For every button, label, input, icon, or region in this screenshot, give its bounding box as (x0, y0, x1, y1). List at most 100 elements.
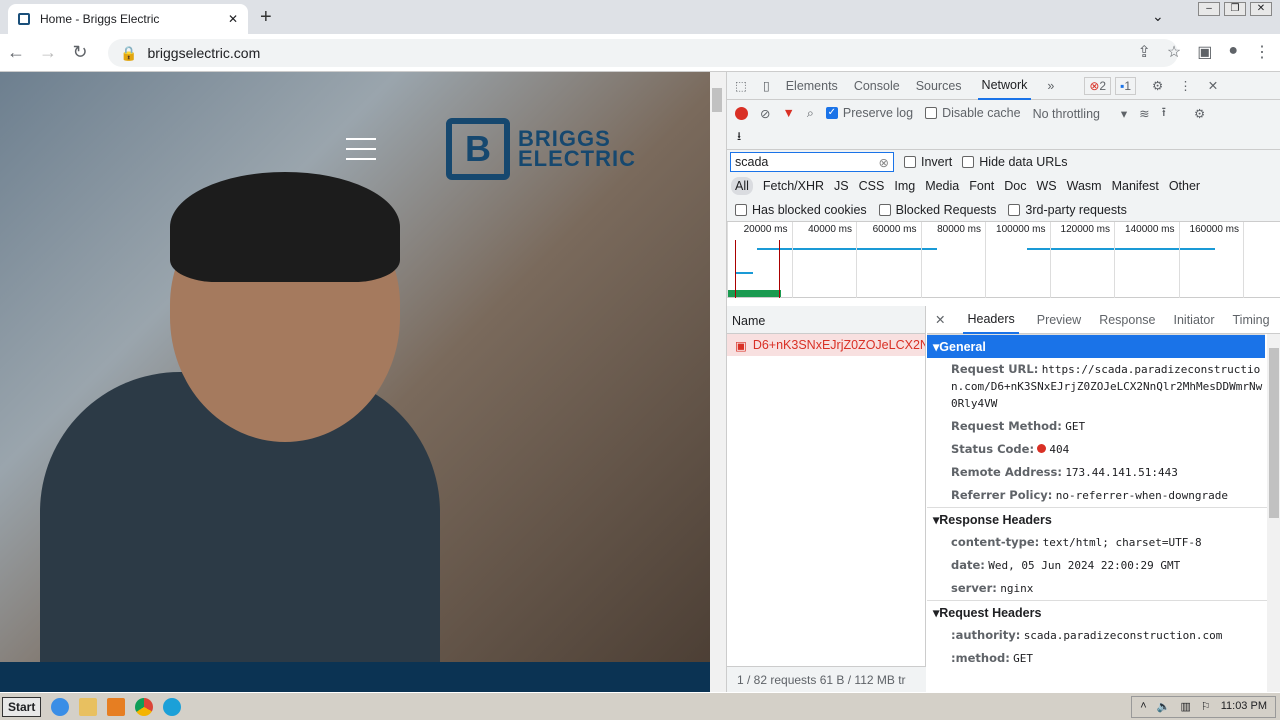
clock[interactable]: 11:03 PM (1221, 700, 1267, 714)
hero-photo-hair (170, 172, 400, 282)
edge-icon[interactable] (163, 698, 181, 716)
close-tab-icon[interactable]: ✕ (228, 12, 238, 26)
header-value: Wed, 05 Jun 2024 22:00:29 GMT (988, 559, 1180, 572)
tab-headers[interactable]: Headers (963, 306, 1018, 334)
settings-icon[interactable]: ⚙ (1152, 78, 1163, 93)
hamburger-menu-icon[interactable] (346, 138, 376, 168)
browser-tab[interactable]: Home - Briggs Electric ✕ (8, 4, 248, 34)
messages-badge[interactable]: ▪1 (1115, 77, 1136, 95)
third-party-label: 3rd-party requests (1025, 203, 1126, 217)
clear-icon[interactable]: ⊘ (760, 106, 770, 121)
tab-response[interactable]: Response (1099, 313, 1155, 327)
type-filter-doc[interactable]: Doc (1004, 179, 1026, 193)
status-error-icon (1037, 444, 1046, 453)
header-value: nginx (1000, 582, 1033, 595)
type-filter-manifest[interactable]: Manifest (1112, 179, 1159, 193)
bookmark-star-icon[interactable]: ☆ (1167, 42, 1181, 62)
request-row[interactable]: ▣D6+nK3SNxEJrjZ0ZOJeLCX2N... (727, 334, 925, 356)
tab-timing[interactable]: Timing (1233, 313, 1270, 327)
new-tab-button[interactable]: + (260, 6, 272, 29)
filter-input[interactable]: scada ⊗ (730, 152, 894, 172)
tray-arrow-icon[interactable]: ˄ (1140, 700, 1146, 714)
tab-sources[interactable]: Sources (916, 79, 962, 93)
search-icon[interactable]: ⌕ (807, 106, 814, 121)
type-filter-wasm[interactable]: Wasm (1067, 179, 1102, 193)
inspect-icon[interactable]: ⬚ (735, 78, 747, 93)
network-conditions-icon[interactable]: ≋ (1139, 106, 1149, 121)
address-bar[interactable]: 🔒 briggselectric.com (108, 39, 1178, 67)
tab-console[interactable]: Console (854, 79, 900, 93)
menu-icon[interactable]: ⋮ (1254, 42, 1270, 62)
network-settings-icon[interactable]: ⚙ (1194, 106, 1205, 121)
timeline-tick: 160000 ms (1179, 222, 1244, 298)
type-filter-ws[interactable]: WS (1036, 179, 1056, 193)
network-icon[interactable]: ▥ (1180, 700, 1190, 714)
close-window-button[interactable]: ✕ (1250, 2, 1272, 16)
type-filter-fetch-xhr[interactable]: Fetch/XHR (763, 179, 824, 193)
name-column-header[interactable]: Name (727, 306, 925, 334)
type-filter-font[interactable]: Font (969, 179, 994, 193)
page-scrollbar[interactable] (710, 72, 726, 692)
media-player-icon[interactable] (107, 698, 125, 716)
blocked-cookies-checkbox[interactable]: Has blocked cookies (735, 203, 867, 217)
side-panel-icon[interactable]: ▣ (1197, 42, 1212, 62)
restore-button[interactable]: ❐ (1224, 2, 1246, 16)
record-icon[interactable] (735, 107, 748, 120)
export-har-icon[interactable]: ⭳ (737, 127, 741, 148)
network-overview-timeline[interactable]: 20000 ms40000 ms60000 ms80000 ms100000 m… (727, 222, 1280, 298)
briggs-logo[interactable]: B BRIGGSELECTRIC (446, 118, 636, 180)
tab-network[interactable]: Network (978, 72, 1032, 100)
hide-data-urls-checkbox[interactable]: Hide data URLs (962, 155, 1067, 169)
start-button[interactable]: Start (2, 697, 41, 717)
type-filter-js[interactable]: JS (834, 179, 849, 193)
type-filter-css[interactable]: CSS (859, 179, 885, 193)
flag-icon[interactable]: ⚐ (1201, 700, 1211, 714)
minimize-button[interactable]: – (1198, 2, 1220, 16)
timeline-tick: 40000 ms (792, 222, 857, 298)
ie-icon[interactable] (51, 698, 69, 716)
reload-icon[interactable]: ↻ (64, 42, 96, 63)
volume-icon[interactable]: 🔈 (1157, 700, 1171, 714)
invert-checkbox[interactable]: Invert (904, 155, 952, 169)
blocked-requests-checkbox[interactable]: Blocked Requests (879, 203, 997, 217)
details-scrollbar[interactable] (1267, 334, 1280, 692)
devtools-panel: ⬚ ▯ Elements Console Sources Network » ⊗… (726, 72, 1280, 692)
type-filter-other[interactable]: Other (1169, 179, 1200, 193)
disable-cache-label: Disable cache (942, 106, 1021, 120)
profile-icon[interactable]: ● (1228, 42, 1238, 62)
import-har-icon[interactable]: ⭱ (1162, 103, 1166, 124)
filter-icon[interactable]: ▼ (782, 106, 794, 120)
close-devtools-icon[interactable]: ✕ (1208, 78, 1218, 93)
throttling-select[interactable]: No throttling ▾ (1033, 106, 1128, 121)
type-filter-img[interactable]: Img (894, 179, 915, 193)
filter-value: scada (735, 155, 768, 169)
type-filter-media[interactable]: Media (925, 179, 959, 193)
tab-search-icon[interactable]: ⌄ (1152, 8, 1164, 25)
errors-badge[interactable]: ⊗2 (1084, 77, 1111, 95)
section-general[interactable]: ▾General (927, 334, 1265, 358)
messages-count: 1 (1124, 79, 1131, 93)
timeline-tick: 60000 ms (856, 222, 921, 298)
share-icon[interactable]: ⇪ (1137, 42, 1150, 62)
tab-preview[interactable]: Preview (1037, 313, 1081, 327)
explorer-icon[interactable] (79, 698, 97, 716)
tab-elements[interactable]: Elements (786, 79, 838, 93)
forward-icon[interactable]: → (32, 42, 64, 63)
chrome-icon[interactable] (135, 698, 153, 716)
tab-title: Home - Briggs Electric (40, 12, 218, 26)
more-tabs[interactable]: » (1047, 79, 1054, 93)
tab-initiator[interactable]: Initiator (1174, 313, 1215, 327)
back-icon[interactable]: ← (0, 42, 32, 63)
hero-bottom-band (0, 662, 710, 692)
network-summary: 1 / 82 requests 61 B / 112 MB tr (727, 666, 926, 692)
close-details-icon[interactable]: ✕ (935, 312, 945, 327)
device-toolbar-icon[interactable]: ▯ (763, 78, 770, 93)
third-party-checkbox[interactable]: 3rd-party requests (1008, 203, 1126, 217)
disable-cache-checkbox[interactable]: Disable cache (925, 106, 1021, 120)
preserve-log-checkbox[interactable]: ✓Preserve log (826, 106, 913, 120)
type-filter-all[interactable]: All (731, 177, 753, 195)
clear-filter-icon[interactable]: ⊗ (879, 155, 889, 169)
section-response-headers[interactable]: ▾Response Headers (927, 507, 1280, 531)
more-options-icon[interactable]: ⋮ (1179, 78, 1192, 93)
section-request-headers[interactable]: ▾Request Headers (927, 600, 1280, 624)
